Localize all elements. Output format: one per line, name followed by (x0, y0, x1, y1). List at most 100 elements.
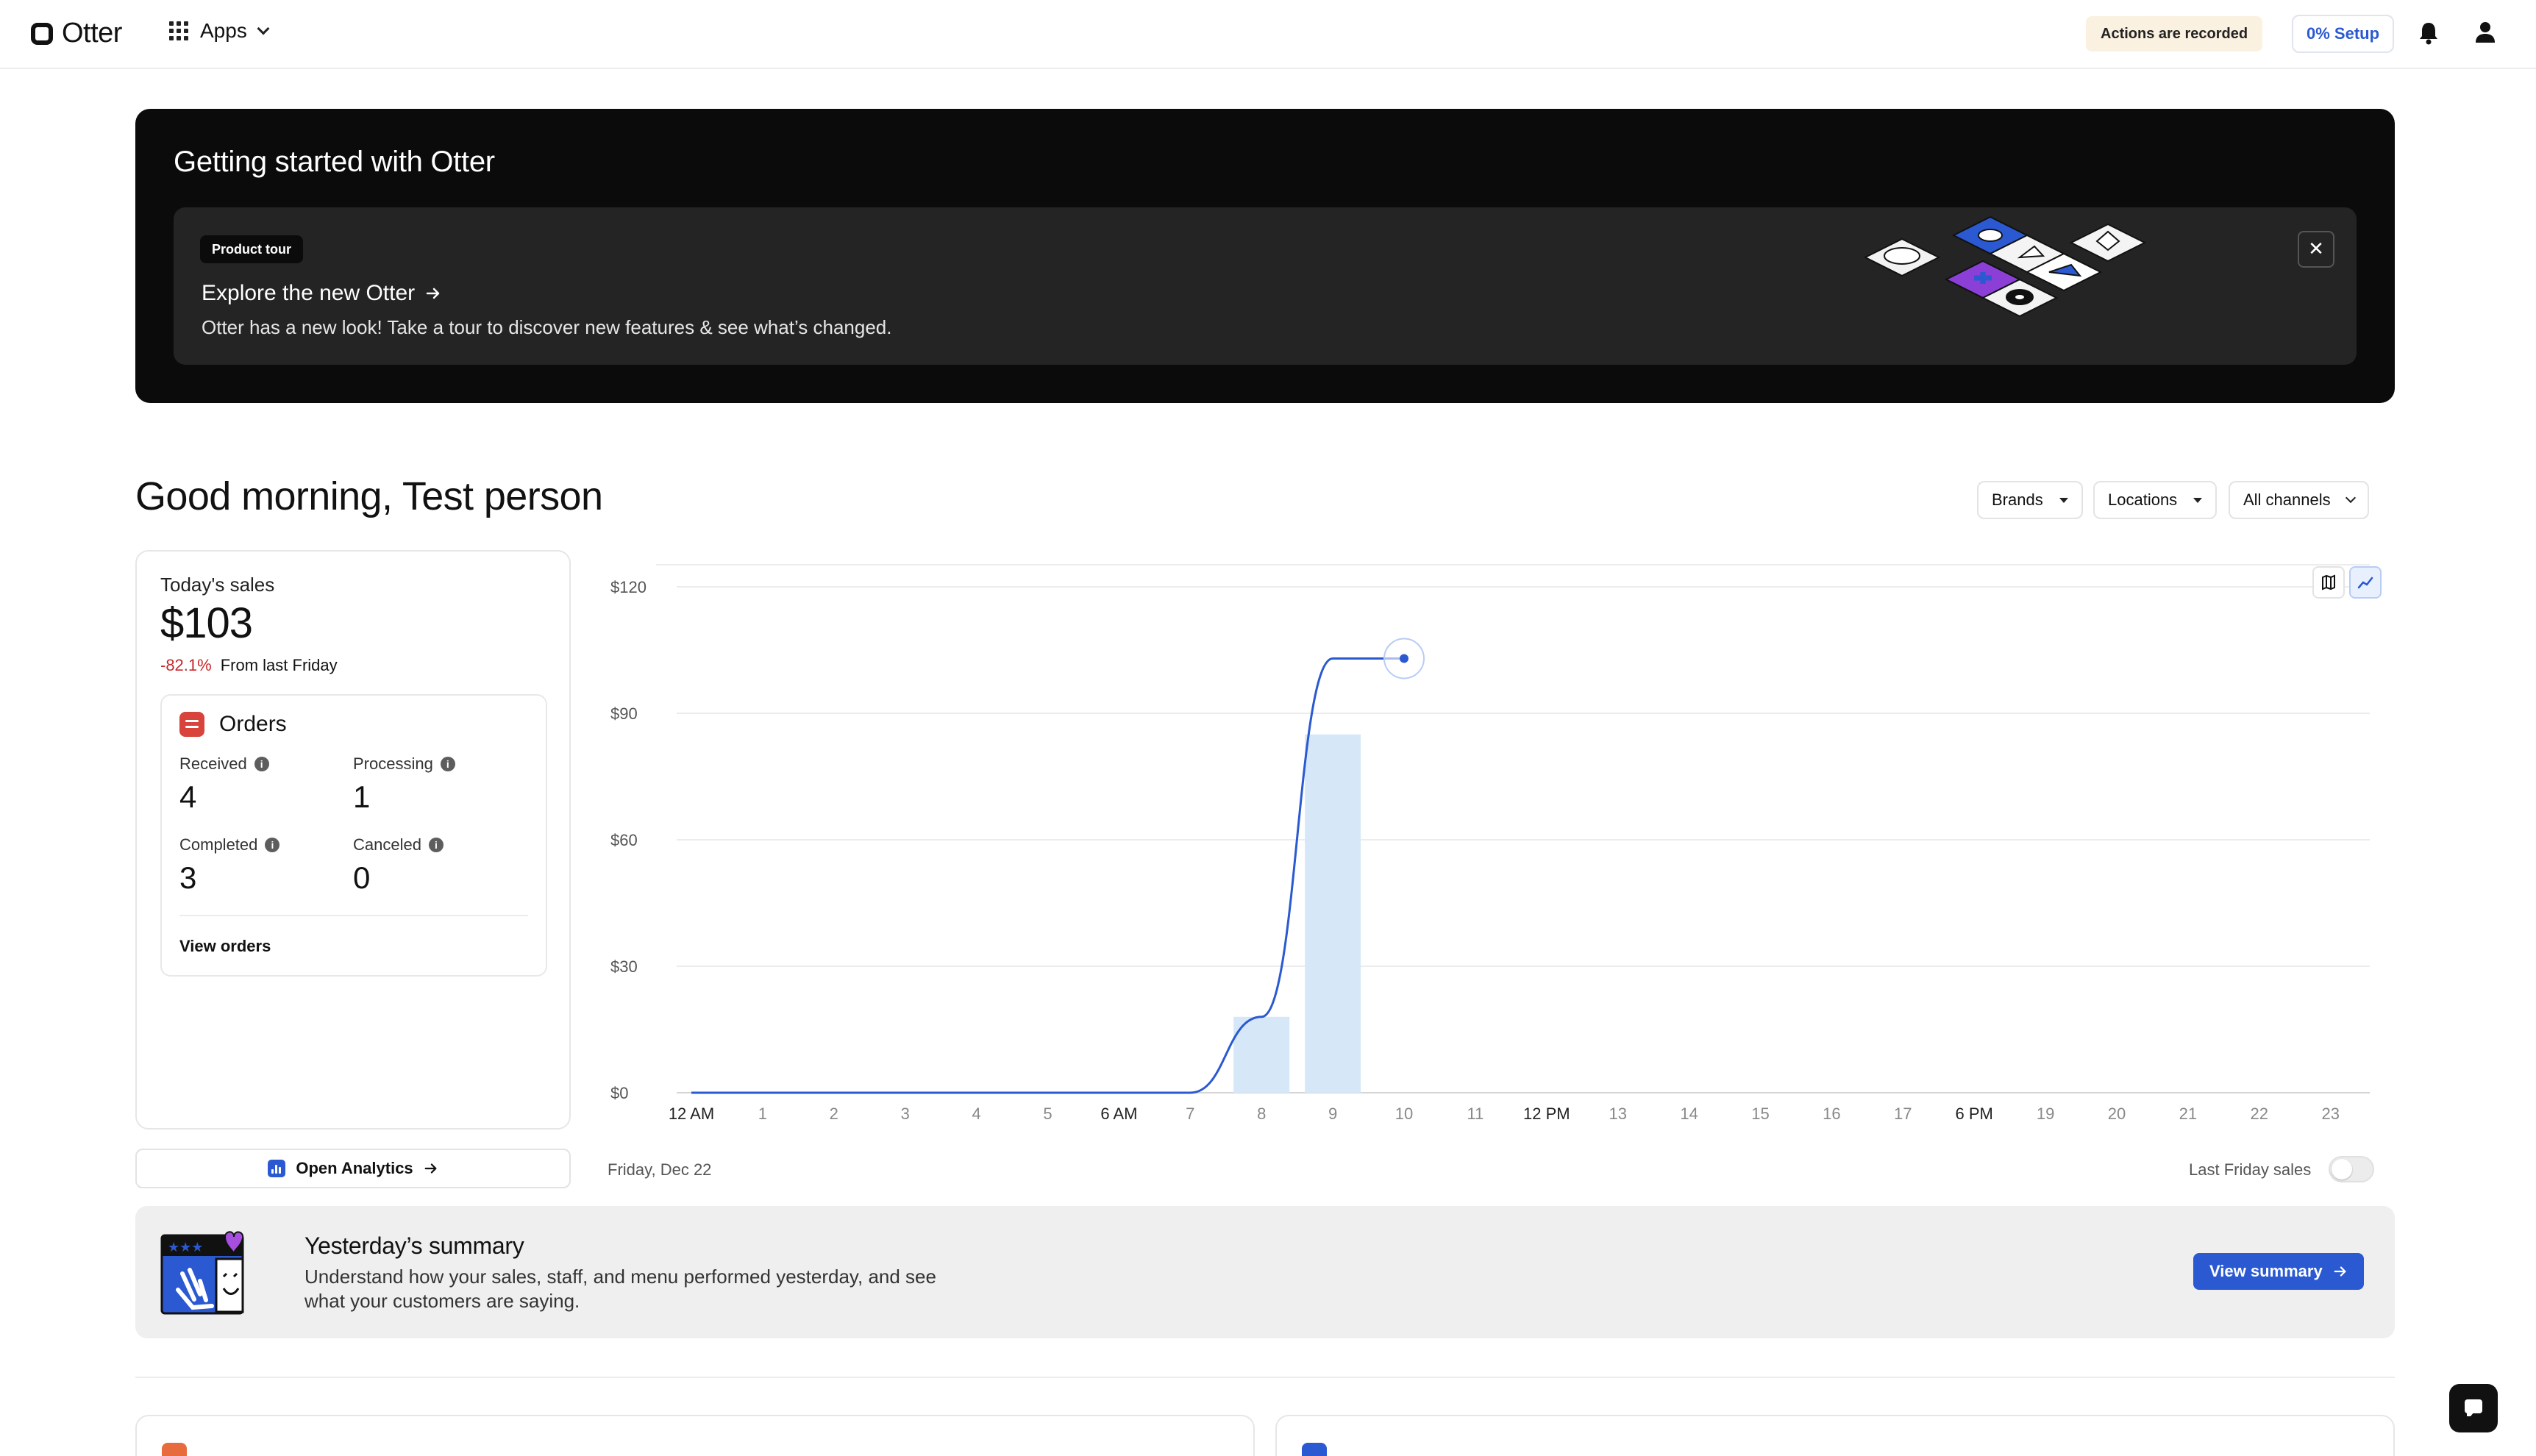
locations-filter[interactable]: Locations (2093, 481, 2218, 519)
menus-card[interactable] (135, 1415, 1255, 1456)
brands-filter[interactable]: Brands (1977, 481, 2083, 519)
x-tick-label: 19 (2037, 1105, 2054, 1123)
view-orders-link[interactable]: View orders (179, 937, 271, 956)
sales-value: $103 (160, 599, 253, 647)
processing-stat: Processing i 1 (353, 754, 515, 815)
y-tick-label: $30 (610, 957, 638, 976)
arrow-right-icon (2334, 1266, 2346, 1277)
received-label: Received (179, 754, 247, 773)
x-tick-label: 8 (1257, 1105, 1266, 1123)
sales-chart-svg: $0$30$60$90$12012 AM 1 2 3 4 5 6 AM 7 8 9 10 11 12 P… (610, 564, 2370, 1123)
bell-icon[interactable] (2418, 21, 2439, 46)
x-tick-label: 16 (1823, 1105, 1840, 1123)
x-tick-label: 13 (1609, 1105, 1626, 1123)
yesterday-summary-card: ★★★ Yesterday’s summary Understand how y… (135, 1206, 2395, 1338)
top-bar: Otter Apps Actions are recorded 0% Setup (0, 0, 2536, 69)
channels-filter[interactable]: All channels (2229, 481, 2369, 519)
x-tick-label: 12 PM (1523, 1105, 1570, 1123)
product-tour-card[interactable]: Product tour Explore the new Otter Otter… (174, 207, 2357, 365)
y-tick-label: $120 (610, 578, 647, 596)
x-tick-label: 15 (1751, 1105, 1769, 1123)
menu-section-icon (162, 1443, 187, 1456)
x-tick-label: 14 (1680, 1105, 1698, 1123)
x-tick-label: 23 (2321, 1105, 2339, 1123)
canceled-label: Canceled (353, 835, 421, 854)
info-icon[interactable]: i (265, 838, 280, 852)
tour-description: Otter has a new look! Take a tour to dis… (202, 316, 892, 338)
completed-stat: Completed i 3 (179, 835, 341, 896)
close-banner-button[interactable]: ✕ (2298, 231, 2334, 268)
caret-down-icon (2193, 497, 2203, 503)
analytics-icon (268, 1160, 286, 1177)
canceled-stat: Canceled i 0 (353, 835, 515, 896)
x-tick-label: 1 (758, 1105, 767, 1123)
hourly-sales-bar (1305, 734, 1361, 1093)
completed-label: Completed (179, 835, 258, 854)
x-tick-label: 9 (1328, 1105, 1337, 1123)
apps-menu-button[interactable]: Apps (169, 19, 270, 43)
banner-title: Getting started with Otter (174, 146, 495, 178)
tour-title-link[interactable]: Explore the new Otter (202, 281, 441, 306)
summary-title: Yesterday’s summary (304, 1232, 524, 1259)
x-tick-label: 6 PM (1956, 1105, 1993, 1123)
completed-value: 3 (179, 860, 197, 895)
x-tick-label: 21 (2179, 1105, 2197, 1123)
chevron-down-icon (257, 22, 270, 35)
orders-section-card[interactable] (1275, 1415, 2395, 1456)
user-icon[interactable] (2474, 21, 2496, 44)
sales-chart: $0 $30 $60 $90 $120 12 AM 1 2 3 4 5 6 AM 7 8 9 10 11 12 P… (603, 550, 2395, 1197)
view-summary-label: View summary (2209, 1262, 2323, 1280)
processing-value: 1 (353, 779, 371, 814)
y-tick-label: $60 (610, 831, 638, 849)
line-view-toggle[interactable] (2349, 566, 2382, 599)
info-icon[interactable]: i (254, 757, 269, 771)
caret-down-icon (2059, 497, 2068, 503)
summary-illustration-icon: ★★★ (160, 1231, 244, 1315)
sales-change-percent: -82.1% (160, 656, 212, 674)
last-friday-toggle[interactable] (2329, 1156, 2374, 1182)
sales-change: -82.1% From last Friday (160, 656, 338, 675)
orders-title: Orders (219, 712, 287, 736)
cumulative-sales-line (691, 657, 1404, 1094)
getting-started-banner: Getting started with Otter Product tour … (135, 109, 2395, 403)
todays-sales-card: Today's sales $103 -82.1% From last Frida… (135, 550, 571, 1130)
orders-divider (179, 915, 528, 916)
otter-logo-icon (31, 22, 53, 45)
x-tick-label: 5 (1043, 1105, 1052, 1123)
arrow-right-icon (424, 1163, 437, 1174)
chat-support-button[interactable] (2449, 1384, 2498, 1432)
sales-change-suffix: From last Friday (220, 656, 338, 674)
open-analytics-button[interactable]: Open Analytics (135, 1149, 571, 1188)
channels-filter-label: All channels (2243, 490, 2331, 509)
view-summary-button[interactable]: View summary (2193, 1253, 2364, 1290)
actions-recorded-badge: Actions are recorded (2086, 16, 2263, 51)
chart-date-label: Friday, Dec 22 (608, 1160, 712, 1179)
sales-label: Today's sales (160, 574, 275, 596)
x-tick-label: 3 (901, 1105, 910, 1123)
x-tick-label: 20 (2108, 1105, 2126, 1123)
info-icon[interactable]: i (440, 757, 455, 771)
chevron-down-icon (2345, 492, 2356, 504)
otter-logo[interactable]: Otter (31, 18, 122, 49)
greeting-title: Good morning, Test person (135, 474, 603, 518)
product-tour-chip: Product tour (200, 235, 303, 263)
tour-title: Explore the new Otter (202, 281, 416, 305)
x-tick-label: 22 (2251, 1105, 2268, 1123)
x-tick-label: 6 AM (1100, 1105, 1137, 1123)
x-tick-label: 7 (1186, 1105, 1194, 1123)
bar-view-toggle[interactable] (2312, 566, 2345, 599)
summary-description: Understand how your sales, staff, and me… (304, 1266, 936, 1312)
open-analytics-label: Open Analytics (296, 1159, 413, 1177)
info-icon[interactable]: i (428, 838, 444, 852)
section-divider (135, 1377, 2395, 1378)
current-point-dot (1400, 654, 1408, 663)
x-tick-label: 12 AM (669, 1105, 714, 1123)
x-tick-label: 17 (1894, 1105, 1912, 1123)
svg-text:★★★: ★★★ (168, 1240, 203, 1255)
x-tick-label: 2 (830, 1105, 838, 1123)
setup-progress-button[interactable]: 0% Setup (2292, 15, 2395, 53)
last-friday-label: Last Friday sales (2189, 1160, 2312, 1179)
tour-illustration-icon (1863, 215, 2147, 318)
grid-icon (169, 21, 188, 40)
x-tick-label: 4 (972, 1105, 980, 1123)
